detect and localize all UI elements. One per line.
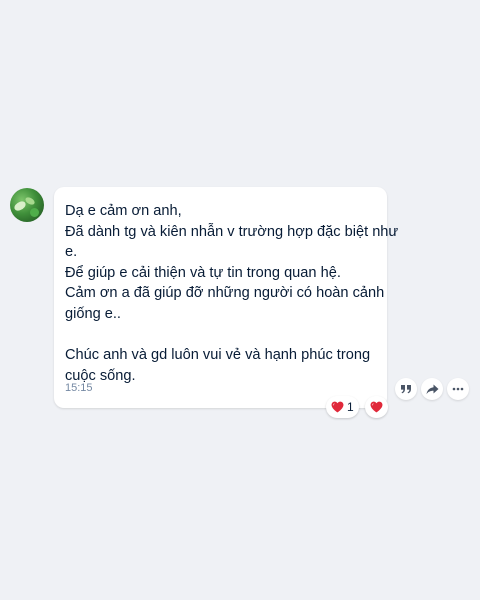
avatar-image-detail <box>12 200 28 212</box>
message-line: Đã dành tg và kiên nhẫn v trường hợp đặc… <box>65 223 399 240</box>
reaction-summary[interactable]: 1 <box>326 396 359 418</box>
message-line: Chúc anh và gd luôn vui vẻ và hạnh phúc … <box>65 347 371 364</box>
add-reaction-button[interactable] <box>364 396 388 418</box>
share-button[interactable] <box>421 378 443 400</box>
avatar-image-detail <box>24 195 36 207</box>
share-icon <box>426 384 439 395</box>
message-line: e. <box>65 244 78 261</box>
message-line: Dạ e cảm ơn anh, <box>65 203 182 219</box>
more-button[interactable] <box>447 378 469 400</box>
more-icon <box>452 387 464 391</box>
message-bubble[interactable]: Dạ e cảm ơn anh, Đã dành tg và kiên nhẫn… <box>54 187 399 408</box>
message-text: Dạ e cảm ơn anh, Đã dành tg và kiên nhẫn… <box>65 201 399 386</box>
reply-button[interactable] <box>395 378 417 400</box>
message-line: giống e.. <box>65 305 121 322</box>
reactions-bar: 1 <box>326 396 388 420</box>
avatar[interactable] <box>10 188 44 222</box>
message-line: cuộc sống. <box>65 367 136 384</box>
message-line: Cảm ơn a đã giúp đỡ những người có hoàn … <box>65 285 385 302</box>
heart-icon <box>370 401 383 413</box>
message-line: Để giúp e cải thiện và tự tin trong quan… <box>65 264 341 281</box>
reaction-count: 1 <box>347 400 354 414</box>
quote-icon <box>400 384 412 394</box>
avatar-image-detail <box>30 208 39 217</box>
message-actions <box>395 378 469 400</box>
message-timestamp: 15:15 <box>65 382 93 394</box>
heart-icon <box>331 401 344 413</box>
